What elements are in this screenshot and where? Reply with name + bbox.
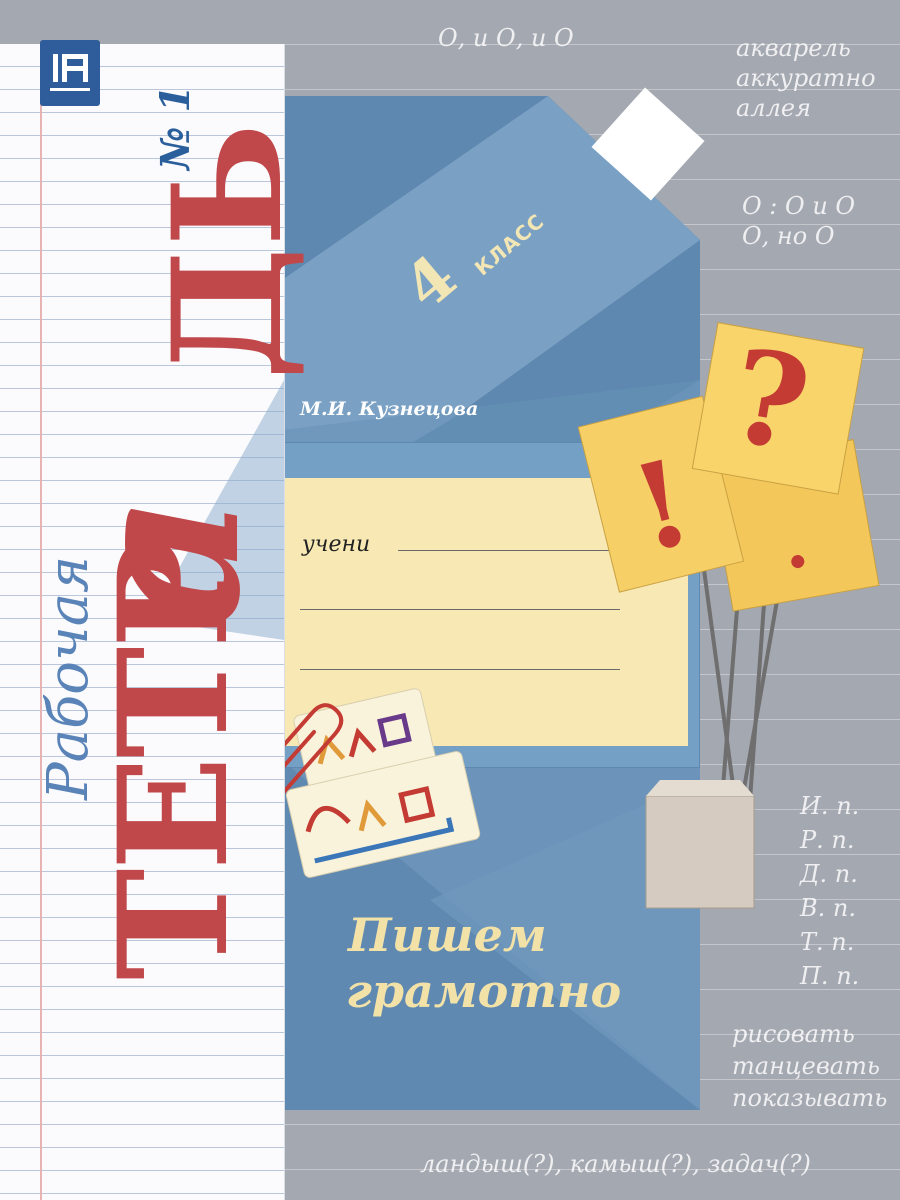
publisher-logo[interactable] [40,40,100,106]
notebook-diagonal-fold [150,380,284,640]
publisher-logo-icon [50,54,90,91]
cover: О, и О, и О акварель аккуратно аллея О :… [0,0,900,1200]
